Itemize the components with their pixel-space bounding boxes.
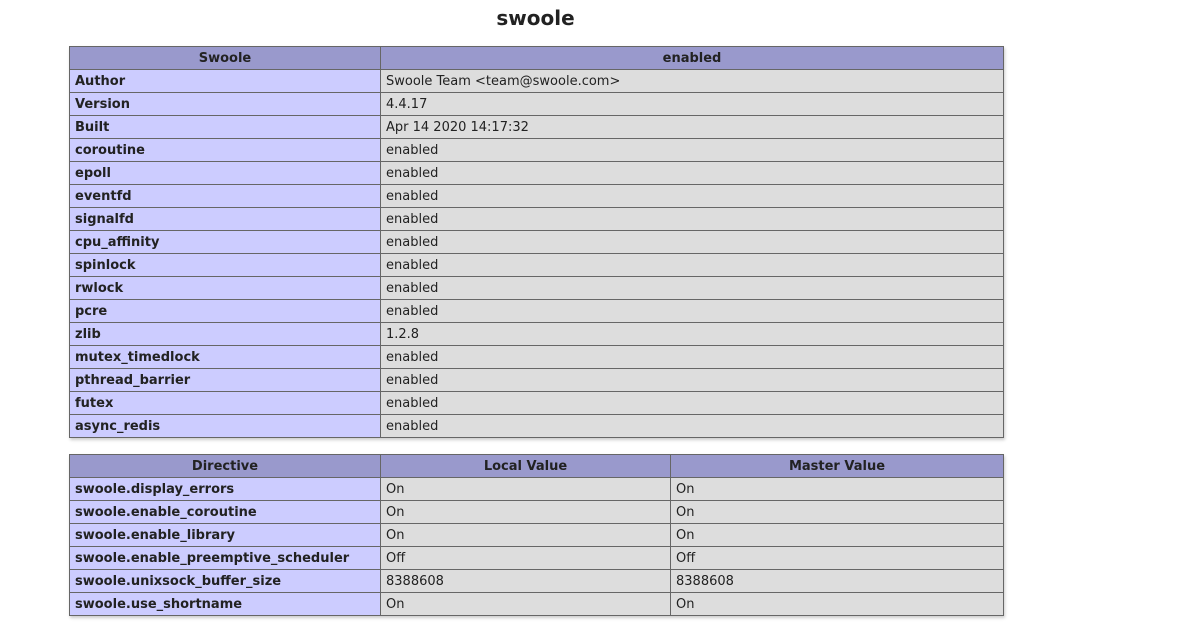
info-table-row: rwlock enabled [69, 276, 1004, 300]
directive-name-cell: swoole.unixsock_buffer_size [69, 569, 381, 593]
info-table-row: signalfd enabled [69, 207, 1004, 231]
info-key-cell: coroutine [69, 138, 381, 162]
directive-name-cell: swoole.enable_library [69, 523, 381, 547]
directive-table-row: swoole.display_errors On On [69, 477, 1004, 501]
info-key-cell: eventfd [69, 184, 381, 208]
swoole-info-table: Swoole enabled Author Swoole Team <team@s… [69, 46, 1004, 438]
info-table-row: zlib 1.2.8 [69, 322, 1004, 346]
info-table-row: Version 4.4.17 [69, 92, 1004, 116]
directive-table-row: swoole.enable_coroutine On On [69, 500, 1004, 524]
directives-header-directive: Directive [69, 454, 381, 478]
info-value-cell: enabled [380, 184, 1004, 208]
info-table-row: futex enabled [69, 391, 1004, 415]
info-key-cell: cpu_affinity [69, 230, 381, 254]
info-value-cell: enabled [380, 368, 1004, 392]
directive-table-row: swoole.use_shortname On On [69, 592, 1004, 616]
directives-header-local-value: Local Value [380, 454, 671, 478]
info-value-cell: enabled [380, 230, 1004, 254]
info-table-row: Built Apr 14 2020 14:17:32 [69, 115, 1004, 139]
info-value-cell: enabled [380, 299, 1004, 323]
info-value-cell: 4.4.17 [380, 92, 1004, 116]
info-key-cell: futex [69, 391, 381, 415]
info-value-cell: enabled [380, 207, 1004, 231]
directive-local-value-cell: On [380, 523, 671, 547]
directive-name-cell: swoole.display_errors [69, 477, 381, 501]
directive-local-value-cell: Off [380, 546, 671, 570]
info-key-cell: pcre [69, 299, 381, 323]
page-title: swoole [496, 6, 575, 30]
info-table-row: cpu_affinity enabled [69, 230, 1004, 254]
directive-master-value-cell: 8388608 [670, 569, 1004, 593]
directive-master-value-cell: On [670, 523, 1004, 547]
info-key-cell: pthread_barrier [69, 368, 381, 392]
directive-local-value-cell: On [380, 592, 671, 616]
info-key-cell: rwlock [69, 276, 381, 300]
directives-table-header-row: Directive Local Value Master Value [69, 454, 1004, 478]
directive-name-cell: swoole.enable_preemptive_scheduler [69, 546, 381, 570]
info-key-cell: spinlock [69, 253, 381, 277]
directive-table-row: swoole.enable_preemptive_scheduler Off Off [69, 546, 1004, 570]
info-table-row: eventfd enabled [69, 184, 1004, 208]
directive-local-value-cell: On [380, 477, 671, 501]
info-table-row: mutex_timedlock enabled [69, 345, 1004, 369]
info-value-cell: enabled [380, 345, 1004, 369]
directive-master-value-cell: Off [670, 546, 1004, 570]
directives-table-body: swoole.display_errors On On swoole.enable_c… [69, 477, 1004, 616]
info-key-cell: signalfd [69, 207, 381, 231]
info-key-cell: Built [69, 115, 381, 139]
info-table-row: Author Swoole Team <team@swoole.com> [69, 69, 1004, 93]
info-value-cell: Swoole Team <team@swoole.com> [380, 69, 1004, 93]
info-key-cell: zlib [69, 322, 381, 346]
info-table-body: Author Swoole Team <team@swoole.com> Versi… [69, 69, 1004, 438]
info-key-cell: mutex_timedlock [69, 345, 381, 369]
info-header-enabled: enabled [380, 46, 1004, 70]
directive-master-value-cell: On [670, 500, 1004, 524]
info-value-cell: enabled [380, 138, 1004, 162]
directive-master-value-cell: On [670, 592, 1004, 616]
directive-table-row: swoole.enable_library On On [69, 523, 1004, 547]
info-key-cell: Version [69, 92, 381, 116]
info-value-cell: enabled [380, 161, 1004, 185]
info-table-row: coroutine enabled [69, 138, 1004, 162]
info-key-cell: epoll [69, 161, 381, 185]
info-value-cell: enabled [380, 253, 1004, 277]
info-key-cell: async_redis [69, 414, 381, 438]
directive-local-value-cell: On [380, 500, 671, 524]
directive-table-row: swoole.unixsock_buffer_size 8388608 838860… [69, 569, 1004, 593]
info-value-cell: enabled [380, 276, 1004, 300]
info-header-swoole: Swoole [69, 46, 381, 70]
info-table-row: pthread_barrier enabled [69, 368, 1004, 392]
info-key-cell: Author [69, 69, 381, 93]
info-value-cell: Apr 14 2020 14:17:32 [380, 115, 1004, 139]
info-table-row: pcre enabled [69, 299, 1004, 323]
info-value-cell: 1.2.8 [380, 322, 1004, 346]
info-value-cell: enabled [380, 414, 1004, 438]
info-table-row: spinlock enabled [69, 253, 1004, 277]
directive-name-cell: swoole.enable_coroutine [69, 500, 381, 524]
directive-master-value-cell: On [670, 477, 1004, 501]
info-table-row: epoll enabled [69, 161, 1004, 185]
swoole-directives-table: Directive Local Value Master Value swool… [69, 454, 1004, 616]
info-table-row: async_redis enabled [69, 414, 1004, 438]
info-table-header-row: Swoole enabled [69, 46, 1004, 70]
directives-header-master-value: Master Value [670, 454, 1004, 478]
directive-name-cell: swoole.use_shortname [69, 592, 381, 616]
directive-local-value-cell: 8388608 [380, 569, 671, 593]
info-value-cell: enabled [380, 391, 1004, 415]
